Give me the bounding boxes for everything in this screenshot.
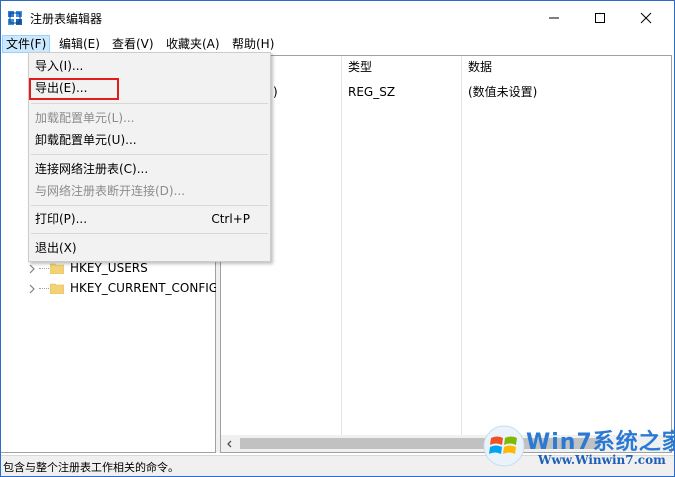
menu-separator (31, 205, 268, 206)
menu-edit[interactable]: 编辑(E) (55, 35, 104, 53)
menu-item-disconnect-network: 与网络注册表断开连接(D)... (35, 184, 186, 198)
column-header-type[interactable]: 类型 (342, 56, 372, 78)
file-menu-dropdown: 导入(I)... 导出(E)... 加载配置单元(L)... 卸载配置单元(U)… (28, 52, 271, 262)
value-type-cell[interactable]: REG_SZ (348, 84, 395, 100)
status-text: 包含与整个注册表工作相关的命令。 (3, 461, 179, 474)
menu-separator (31, 103, 268, 104)
menu-separator (31, 154, 268, 155)
folder-icon (49, 282, 65, 295)
value-data-cell[interactable]: (数值未设置) (468, 84, 537, 100)
chevron-right-icon[interactable] (27, 263, 37, 274)
watermark-logo: Win7系统之家 Www.Winwin7.com (478, 420, 675, 474)
column-header-data[interactable]: 数据 (462, 56, 492, 78)
menu-favorites[interactable]: 收藏夹(A) (162, 35, 224, 53)
watermark-brand: Win7系统之家 (526, 430, 675, 455)
menu-item-print[interactable]: 打印(P)... Ctrl+P (29, 208, 270, 230)
maximize-icon (595, 13, 605, 23)
close-icon (640, 12, 652, 24)
menu-bar: 文件(F) 编辑(E) 查看(V) 收藏夹(A) 帮助(H) (1, 35, 674, 53)
column-divider[interactable] (461, 56, 462, 452)
title-bar[interactable]: 注册表编辑器 (1, 1, 674, 35)
menu-item-export[interactable]: 导出(E)... (29, 77, 270, 100)
menu-file[interactable]: 文件(F) (2, 35, 51, 53)
tree-item-label: HKEY_USERS (70, 261, 148, 275)
tree-connector (39, 267, 49, 269)
menu-item-exit[interactable]: 退出(X) (29, 237, 270, 259)
menu-view[interactable]: 查看(V) (108, 35, 158, 53)
window-title: 注册表编辑器 (30, 12, 103, 26)
tree-connector (39, 287, 49, 289)
menu-help[interactable]: 帮助(H) (228, 35, 278, 53)
close-button[interactable] (623, 1, 669, 35)
highlight-box (29, 78, 119, 100)
minimize-icon (549, 17, 559, 19)
chevron-right-icon[interactable] (27, 283, 37, 294)
menu-item-import[interactable]: 导入(I)... (29, 55, 270, 77)
tree-item-label: HKEY_CURRENT_CONFIG (70, 281, 219, 295)
menu-item-print-label: 打印(P)... (35, 212, 88, 226)
minimize-button[interactable] (531, 1, 577, 35)
column-divider[interactable] (341, 56, 342, 452)
menu-separator (31, 233, 268, 234)
registry-editor-icon (8, 11, 22, 25)
folder-icon (49, 262, 65, 275)
values-list[interactable]: 类型 数据 ) REG_SZ (数值未设置) (220, 55, 672, 453)
scroll-left-icon[interactable] (221, 435, 238, 452)
value-name-cell[interactable]: ) (273, 84, 278, 100)
tree-item-hkey-current-config[interactable]: HKEY_CURRENT_CONFIG (27, 278, 218, 298)
menu-item-unload-hive[interactable]: 卸载配置单元(U)... (29, 129, 270, 151)
menu-item-connect-network[interactable]: 连接网络注册表(C)... (29, 158, 270, 180)
menu-item-load-hive: 加载配置单元(L)... (35, 111, 135, 125)
watermark-url: Www.Winwin7.com (538, 453, 666, 467)
windows-flag-icon (483, 425, 525, 467)
print-shortcut: Ctrl+P (211, 212, 250, 226)
maximize-button[interactable] (577, 1, 623, 35)
